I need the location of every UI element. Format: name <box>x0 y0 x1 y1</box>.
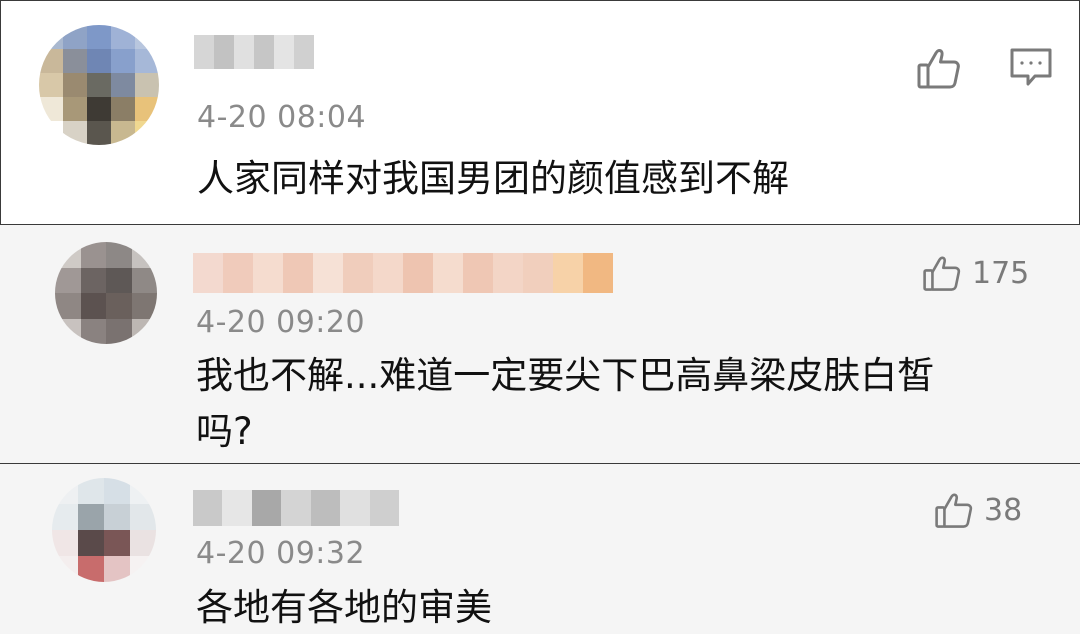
comment-item: 38 4-20 09:32 各地有各地的审美 <box>0 464 1080 634</box>
avatar[interactable] <box>39 25 159 145</box>
comment-text: 各地有各地的审美 <box>196 586 492 629</box>
comment-text: 人家同样对我国男团的颜值感到不解 <box>197 157 789 200</box>
like-count: 38 <box>984 492 1023 528</box>
username-blurred[interactable] <box>193 490 399 526</box>
comment-icon[interactable] <box>1009 47 1053 89</box>
username-blurred[interactable] <box>193 253 613 293</box>
username-blurred[interactable] <box>194 35 314 69</box>
comment-timestamp: 4-20 09:20 <box>196 305 366 340</box>
comment-timestamp: 4-20 09:32 <box>196 536 366 571</box>
comment-text: 我也不解...难道一定要尖下巴高鼻梁皮肤白皙 吗? <box>196 354 935 453</box>
thumbs-up-icon[interactable] <box>916 45 962 91</box>
like-count: 175 <box>972 255 1030 291</box>
thumbs-up-icon <box>923 256 961 291</box>
thumbs-up-icon <box>935 493 973 528</box>
like-button[interactable]: 175 <box>922 253 1029 293</box>
comment-item: 175 4-20 09:20 我也不解...难道一定要尖下巴高鼻梁皮肤白皙 吗? <box>0 224 1080 464</box>
comment-item: 4-20 08:04 人家同样对我国男团的颜值感到不解 <box>0 0 1080 224</box>
avatar[interactable] <box>55 242 157 344</box>
comment-timestamp: 4-20 08:04 <box>197 100 367 135</box>
avatar[interactable] <box>52 478 156 582</box>
like-button[interactable]: 38 <box>934 490 1022 530</box>
